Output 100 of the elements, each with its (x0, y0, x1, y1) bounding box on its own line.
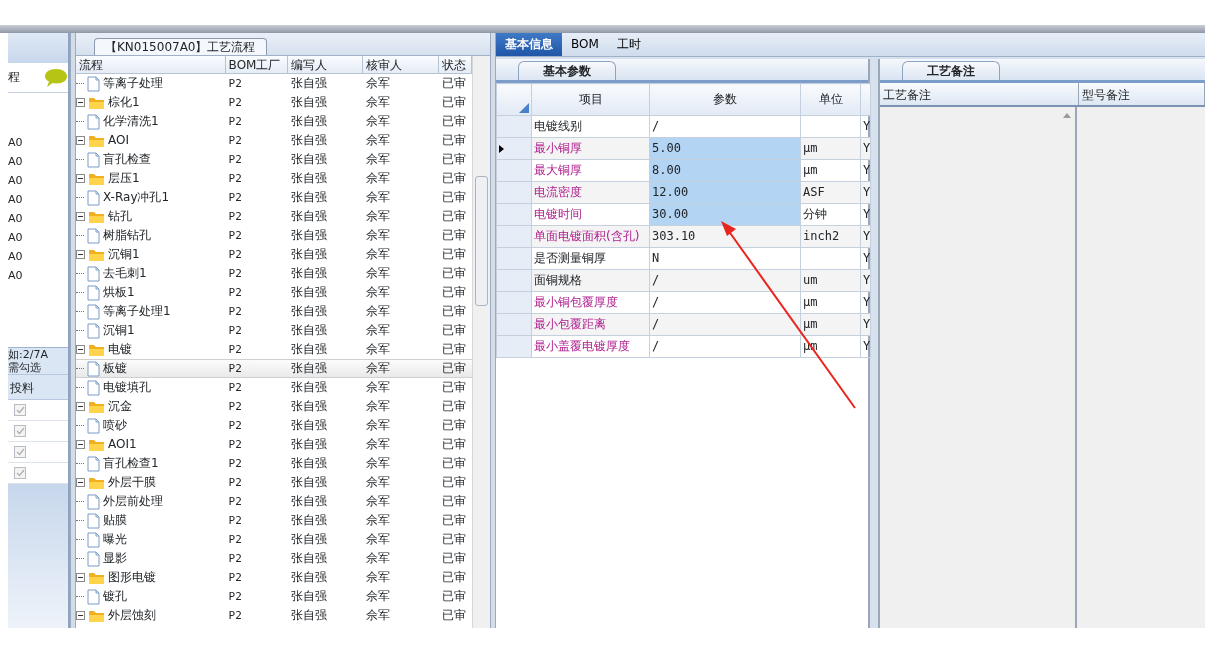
tree-label[interactable]: 烘板1 (103, 283, 135, 302)
corner-cell[interactable] (496, 83, 532, 116)
tree-row[interactable]: 层压1 P2 张自强 佘军 已审 (76, 169, 472, 188)
tree-label[interactable]: 喷砂 (103, 416, 127, 435)
tree-label[interactable]: 外层前处理 (103, 492, 163, 511)
collapse-icon[interactable] (76, 478, 85, 487)
collapse-icon[interactable] (76, 440, 85, 449)
tree-row[interactable]: 等离子处理1 P2 张自强 佘军 已审 (76, 302, 472, 321)
tree-row[interactable]: 盲孔检查 P2 张自强 佘军 已审 (76, 150, 472, 169)
notes-tab[interactable]: 工艺备注 (902, 60, 1000, 80)
tree-row[interactable]: 去毛刺1 P2 张自强 佘军 已审 (76, 264, 472, 283)
tree-row[interactable]: AOI P2 张自强 佘军 已审 (76, 131, 472, 150)
tree-label[interactable]: 棕化1 (108, 93, 140, 112)
tree-row[interactable]: 沉铜1 P2 张自强 佘军 已审 (76, 245, 472, 264)
tree-row[interactable]: 化学清洗1 P2 张自强 佘军 已审 (76, 112, 472, 131)
column-header[interactable]: 型号备注 (1079, 83, 1205, 105)
speech-bubble-icon[interactable] (44, 67, 68, 88)
table-cell[interactable]: N (649, 247, 801, 270)
tree-row[interactable]: 外层蚀刻 P2 张自强 佘军 已审 (76, 606, 472, 625)
panel-title-tab[interactable]: 【KN015007A0】工艺流程 (94, 37, 267, 55)
tree-label[interactable]: 树脂钻孔 (103, 226, 151, 245)
tree-row[interactable]: 曝光 P2 张自强 佘军 已审 (76, 530, 472, 549)
tree-row[interactable]: 贴膜 P2 张自强 佘军 已审 (76, 511, 472, 530)
table-cell[interactable]: 5.00 (649, 137, 801, 160)
tree-label[interactable]: 钻孔 (108, 207, 132, 226)
list-item[interactable]: A0 (8, 190, 68, 209)
tab[interactable]: 工时 (607, 33, 650, 56)
scroll-up-icon[interactable] (1063, 113, 1071, 118)
tree-label[interactable]: 沉铜1 (103, 321, 135, 340)
table-cell[interactable]: / (649, 313, 801, 336)
tree-row[interactable]: 烘板1 P2 张自强 佘军 已审 (76, 283, 472, 302)
tab[interactable]: BOM (562, 33, 608, 56)
tree-row[interactable]: 电镀 P2 张自强 佘军 已审 (76, 340, 472, 359)
list-item[interactable]: A0 (8, 228, 68, 247)
tree-label[interactable]: 盲孔检查 (103, 150, 151, 169)
tree-label[interactable]: 去毛刺1 (103, 264, 147, 283)
column-header[interactable]: BOM工厂 (225, 56, 289, 73)
tree-row[interactable]: 图形电镀 P2 张自强 佘军 已审 (76, 568, 472, 587)
row-indicator[interactable] (496, 137, 532, 160)
collapse-icon[interactable] (76, 174, 85, 183)
tree-row[interactable]: 镀孔 P2 张自强 佘军 已审 (76, 587, 472, 606)
tree-label[interactable]: 贴膜 (103, 511, 127, 530)
tree-row[interactable]: 树脂钻孔 P2 张自强 佘军 已审 (76, 226, 472, 245)
tree-label[interactable]: 化学清洗1 (103, 112, 159, 131)
scrollbar[interactable] (472, 56, 490, 628)
tree-label[interactable]: 电镀 (108, 340, 132, 359)
tree-label[interactable]: 图形电镀 (108, 568, 156, 587)
tree-label[interactable]: 沉铜1 (108, 245, 140, 264)
table-cell[interactable]: 12.00 (649, 181, 801, 204)
table-cell[interactable]: / (649, 115, 801, 138)
collapse-icon[interactable] (76, 98, 85, 107)
column-header[interactable]: 项目 (531, 83, 650, 116)
tree-row[interactable]: X-Ray冲孔1 P2 张自强 佘军 已审 (76, 188, 472, 207)
tree-label[interactable]: 镀孔 (103, 587, 127, 606)
list-item[interactable]: A0 (8, 266, 68, 285)
tree-row[interactable]: 等离子处理 P2 张自强 佘军 已审 (76, 74, 472, 93)
tree-row[interactable]: 盲孔检查1 P2 张自强 佘军 已审 (76, 454, 472, 473)
collapse-icon[interactable] (76, 345, 85, 354)
tree-label[interactable]: 曝光 (103, 530, 127, 549)
tree-row[interactable]: 沉铜1 P2 张自强 佘军 已审 (76, 321, 472, 340)
tree-label[interactable]: 等离子处理 (103, 74, 163, 93)
collapse-icon[interactable] (76, 573, 85, 582)
collapse-icon[interactable] (76, 250, 85, 259)
tree-label[interactable]: 板镀 (103, 359, 127, 378)
tab[interactable]: 基本信息 (496, 33, 562, 56)
tree-label[interactable]: 外层蚀刻 (108, 606, 156, 625)
tree-label[interactable]: 等离子处理1 (103, 302, 171, 321)
table-cell[interactable]: / (649, 335, 801, 358)
tree-label[interactable]: 显影 (103, 549, 127, 568)
column-header[interactable]: 单位 (800, 83, 861, 116)
list-item[interactable]: A0 (8, 152, 68, 171)
list-item[interactable]: A0 (8, 133, 68, 152)
table-cell[interactable]: 8.00 (649, 159, 801, 182)
table-cell[interactable]: / (649, 269, 801, 292)
tree-label[interactable]: AOI1 (108, 435, 137, 454)
column-header[interactable]: 核审人 (363, 56, 440, 73)
params-tab[interactable]: 基本参数 (518, 60, 616, 80)
column-header[interactable]: 工艺备注 (880, 83, 1079, 105)
tree-row[interactable]: 钻孔 P2 张自强 佘军 已审 (76, 207, 472, 226)
tree-row[interactable]: 显影 P2 张自强 佘军 已审 (76, 549, 472, 568)
tree-row[interactable]: 外层前处理 P2 张自强 佘军 已审 (76, 492, 472, 511)
tree-label[interactable]: 外层干膜 (108, 473, 156, 492)
collapse-icon[interactable] (76, 402, 85, 411)
tree-row[interactable]: 电镀填孔 P2 张自强 佘军 已审 (76, 378, 472, 397)
list-item[interactable]: A0 (8, 209, 68, 228)
tree-row[interactable]: 喷砂 P2 张自强 佘军 已审 (76, 416, 472, 435)
tree-label[interactable]: 电镀填孔 (103, 378, 151, 397)
collapse-icon[interactable] (76, 611, 85, 620)
tree-row[interactable]: 板镀 P2 张自强 佘军 已审 (76, 359, 472, 378)
tree-row[interactable]: 沉金 P2 张自强 佘军 已审 (76, 397, 472, 416)
tree-label[interactable]: 盲孔检查1 (103, 454, 159, 473)
collapse-icon[interactable] (76, 212, 85, 221)
list-item[interactable]: A0 (8, 171, 68, 190)
tree-row[interactable]: AOI1 P2 张自强 佘军 已审 (76, 435, 472, 454)
table-cell[interactable]: / (649, 291, 801, 314)
tree-label[interactable]: 层压1 (108, 169, 140, 188)
column-header[interactable]: 参数 (649, 83, 801, 116)
column-header[interactable]: 流程 (76, 56, 226, 73)
tree-row[interactable]: 外层干膜 P2 张自强 佘军 已审 (76, 473, 472, 492)
tree-label[interactable]: X-Ray冲孔1 (103, 188, 170, 207)
